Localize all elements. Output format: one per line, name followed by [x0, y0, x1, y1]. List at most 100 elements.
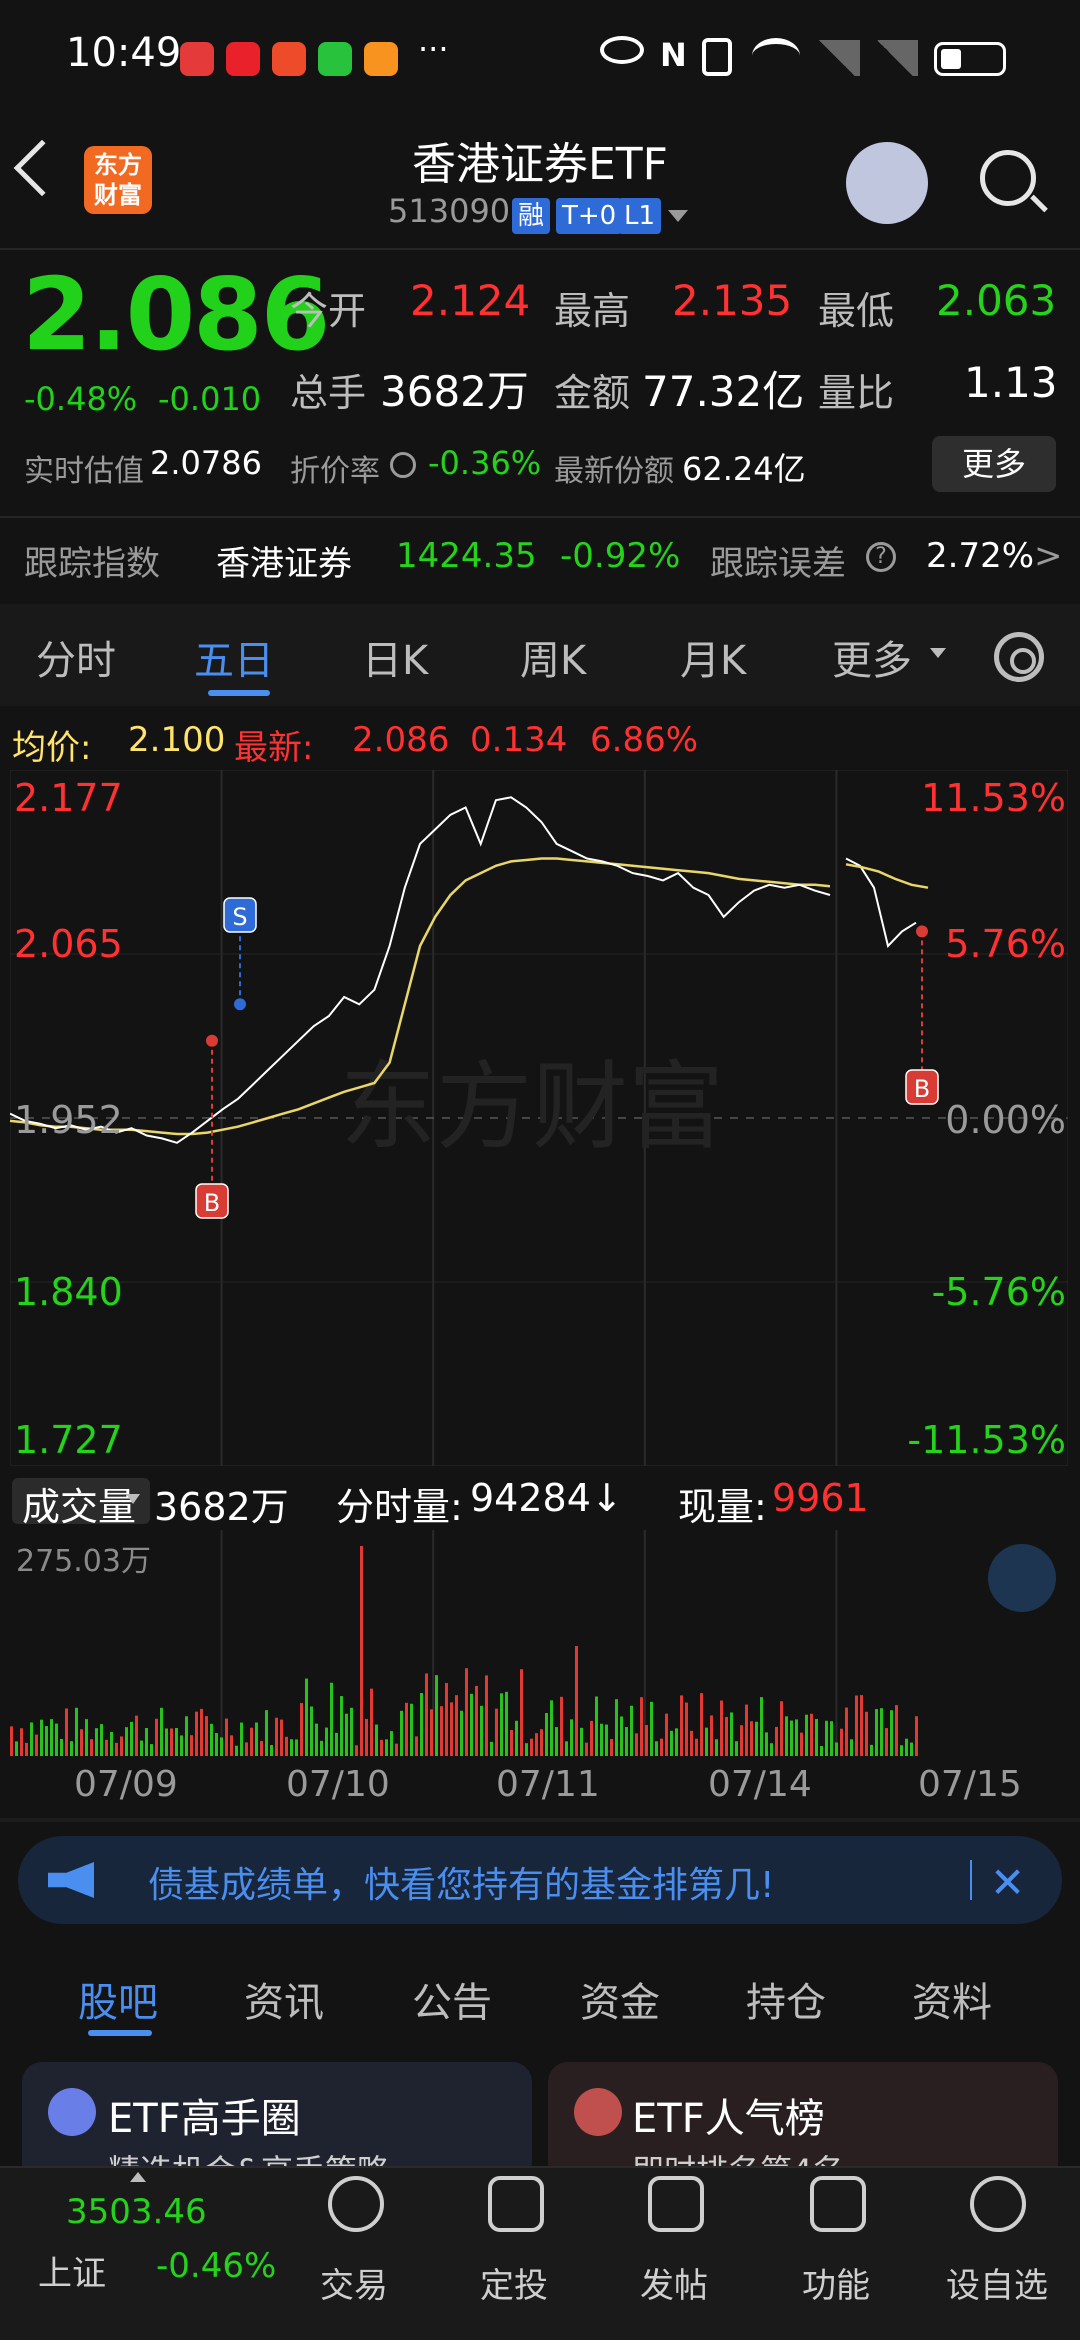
share-label: 最新份额: [554, 454, 674, 489]
chevron-right-icon[interactable]: >: [1034, 536, 1063, 576]
close-icon[interactable]: ✕: [990, 1858, 1025, 1907]
index-value[interactable]: 3503.46: [66, 2192, 207, 2232]
volume-bar: [160, 1707, 163, 1756]
experts-icon: [48, 2088, 96, 2136]
banner-text[interactable]: 债基成绩单，快看您持有的基金排第几!: [148, 1856, 774, 1908]
nav-trade[interactable]: 交易: [320, 2258, 388, 2307]
x-tick: 07/09: [74, 1764, 178, 1805]
trade-marker-label: B: [914, 1075, 930, 1103]
search-icon[interactable]: [980, 150, 1036, 206]
battery-icon: [934, 42, 1006, 76]
x-tick: 07/10: [286, 1764, 390, 1805]
y-tick-left: 2.177: [14, 776, 123, 820]
add-watchlist-icon[interactable]: [970, 2176, 1026, 2232]
divider: [0, 516, 1080, 518]
y-tick-left: 1.727: [14, 1418, 123, 1462]
volume-bar: [380, 1739, 383, 1756]
tab-profile[interactable]: 资料: [912, 1970, 992, 2028]
signal-icon: [872, 40, 918, 76]
volume-bar: [660, 1738, 663, 1756]
volume-chart[interactable]: [10, 1530, 1068, 1756]
volume-bar: [715, 1739, 718, 1756]
discount-value: -0.36%: [428, 444, 542, 482]
tab-funds[interactable]: 资金: [580, 1970, 660, 2028]
volume-bar: [635, 1733, 638, 1756]
tab-intraday[interactable]: 分时: [36, 628, 116, 686]
current-volume-value: 9961: [772, 1476, 869, 1520]
settings-gear-icon[interactable]: [994, 632, 1044, 682]
tab-daily-k[interactable]: 日K: [362, 628, 428, 686]
volume-bar: [370, 1688, 373, 1756]
volume-bar: [645, 1724, 648, 1756]
volume-bar: [425, 1673, 428, 1756]
volume-bar: [690, 1730, 693, 1756]
volume-bar: [220, 1737, 223, 1756]
volume-bar: [290, 1739, 293, 1756]
current-price: 2.086: [22, 256, 330, 373]
volume-bar: [880, 1708, 883, 1756]
volume-bar: [675, 1728, 678, 1756]
tab-announcements[interactable]: 公告: [412, 1970, 492, 2028]
index-name: 上证: [38, 2254, 106, 2294]
volume-bar: [300, 1703, 303, 1756]
volume-bar: [530, 1738, 533, 1756]
trade-marker-label: B: [204, 1189, 220, 1217]
tab-news[interactable]: 资讯: [244, 1970, 324, 2028]
volume-bar: [120, 1736, 123, 1756]
info-icon[interactable]: [390, 452, 416, 478]
volume-bar: [630, 1705, 633, 1756]
volume-bar: [915, 1716, 918, 1756]
volume-bar: [200, 1708, 203, 1756]
volume-bar: [445, 1683, 448, 1756]
tab-monthly-k[interactable]: 月K: [680, 628, 746, 686]
volume-bar: [350, 1707, 353, 1756]
volume-bar: [515, 1720, 518, 1756]
volume-bar: [680, 1695, 683, 1756]
tab-holdings[interactable]: 持仓: [746, 1970, 826, 2028]
price-chart[interactable]: 东方财富 S B B: [10, 770, 1068, 1466]
tab-weekly-k[interactable]: 周K: [520, 628, 586, 686]
volume-bar: [560, 1696, 563, 1756]
chevron-down-icon[interactable]: [668, 210, 688, 222]
volume-bar: [815, 1718, 818, 1756]
volume-bar: [335, 1732, 338, 1756]
volume-bar: [720, 1700, 723, 1756]
volume-bar: [755, 1721, 758, 1756]
nav-add-watchlist[interactable]: 设自选: [946, 2258, 1048, 2307]
volume-bar: [150, 1744, 153, 1756]
volume-max-label: 275.03万: [16, 1544, 151, 1579]
fixed-invest-icon[interactable]: [488, 2176, 544, 2232]
volume-selector-label: 成交量: [22, 1485, 137, 1529]
post-icon[interactable]: [648, 2176, 704, 2232]
ratio-value: 1.13: [964, 358, 1058, 407]
help-icon[interactable]: ?: [866, 542, 896, 572]
volume-bar: [810, 1713, 813, 1756]
track-index-name[interactable]: 香港证券: [216, 536, 352, 585]
tab-five-day[interactable]: 五日: [194, 628, 274, 686]
volume-bar: [750, 1721, 753, 1756]
volume-bar: [80, 1729, 83, 1756]
x-tick: 07/11: [496, 1764, 600, 1805]
nav-post[interactable]: 发帖: [640, 2258, 708, 2307]
tab-guba[interactable]: 股吧: [78, 1970, 158, 2028]
avg-price-line: [845, 863, 929, 889]
app-notification-icon: [180, 42, 214, 76]
expand-icon[interactable]: [988, 1544, 1056, 1612]
stock-code: 513090: [388, 192, 511, 230]
trade-icon[interactable]: [328, 2176, 384, 2232]
more-button[interactable]: 更多: [932, 436, 1056, 492]
volume-bar: [870, 1744, 873, 1756]
nav-fixed-invest[interactable]: 定投: [480, 2258, 548, 2307]
volume-bar: [195, 1711, 198, 1756]
chevron-up-icon[interactable]: [130, 2172, 146, 2182]
eye-icon: [600, 36, 644, 64]
more-notifications-icon: ···: [418, 30, 449, 68]
volume-bar: [460, 1710, 463, 1756]
tab-more[interactable]: 更多: [832, 628, 912, 686]
functions-icon[interactable]: [810, 2176, 866, 2232]
assistant-robot-icon[interactable]: [846, 142, 928, 224]
nav-functions[interactable]: 功能: [802, 2258, 870, 2307]
open-value: 2.124: [410, 276, 531, 325]
volume-bar: [345, 1713, 348, 1756]
card-title: ETF高手圈: [108, 2096, 301, 2142]
